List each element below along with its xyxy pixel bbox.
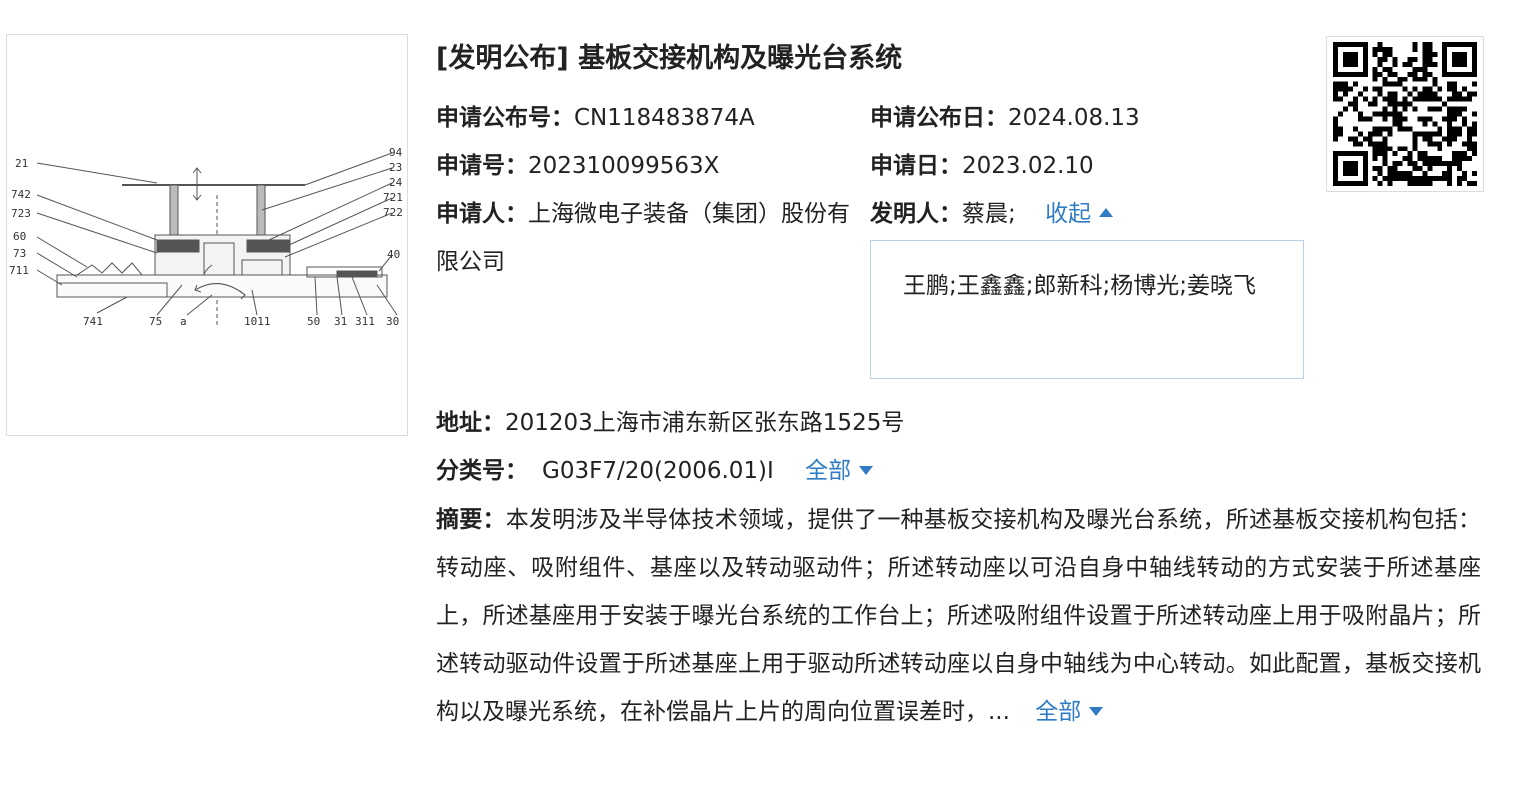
classification-label: 分类号： (436, 458, 528, 484)
pub-no-value: CN118483874A (574, 105, 755, 131)
inventor-others: 王鹏;王鑫鑫;郎新科;杨博光;姜晓飞 (903, 273, 1256, 299)
app-date-value: 2023.02.10 (962, 153, 1094, 179)
figure-label: 30 (386, 315, 399, 328)
figure-label: a (180, 315, 187, 328)
abstract-expand-link[interactable]: 全部 (1035, 699, 1104, 725)
figure-label: 21 (15, 157, 28, 170)
pub-date-row: 申请公布日：2024.08.13 (870, 94, 1140, 142)
figure-label: 742 (11, 188, 31, 201)
address-row: 地址：201203上海市浦东新区张东路1525号 (436, 399, 904, 447)
address-label: 地址： (436, 410, 505, 436)
pub-date-value: 2024.08.13 (1008, 105, 1140, 131)
figure-label: 31 (334, 315, 347, 328)
pub-no-label: 申请公布号： (436, 105, 574, 131)
pub-no-row: 申请公布号：CN118483874A (436, 94, 755, 142)
applicant-row: 申请人：上海微电子装备（集团）股份有限公司 (436, 190, 856, 286)
app-no-row: 申请号：202310099563X (436, 142, 719, 190)
inventor-row: 发明人：蔡晨; 收起 (870, 190, 1114, 238)
patent-drawing: 21 742 723 60 73 711 94 23 24 721 722 40… (9, 146, 403, 328)
address-value: 201203上海市浦东新区张东路1525号 (505, 410, 905, 436)
triangle-up-icon (1099, 208, 1114, 217)
app-no-label: 申请号： (436, 153, 528, 179)
applicant-label: 申请人： (436, 201, 528, 227)
classification-value: G03F7/20(2006.01)I (542, 458, 774, 484)
app-no-value: 202310099563X (528, 153, 720, 179)
app-date-row: 申请日：2023.02.10 (870, 142, 1094, 190)
pub-date-label: 申请公布日： (870, 105, 1008, 131)
figure-label: 741 (83, 315, 103, 328)
figure-label: 711 (9, 264, 29, 277)
collapse-inventors-link[interactable]: 收起 (1045, 201, 1114, 227)
figure-label: 73 (13, 247, 26, 260)
app-date-label: 申请日： (870, 153, 962, 179)
qr-code-icon (1333, 42, 1477, 186)
classification-row: 分类号： G03F7/20(2006.01)I 全部 (436, 447, 874, 495)
abstract-block: 摘要：本发明涉及半导体技术领域，提供了一种基板交接机构及曝光台系统，所述基板交接… (436, 496, 1481, 736)
patent-title: [发明公布] 基板交接机构及曝光台系统 (436, 43, 903, 74)
figure-label: 723 (11, 207, 31, 220)
figure-label: 23 (389, 161, 402, 174)
figure-label: 94 (389, 146, 403, 159)
abstract-text: 本发明涉及半导体技术领域，提供了一种基板交接机构及曝光台系统，所述基板交接机构包… (436, 507, 1482, 725)
figure-label: 50 (307, 315, 320, 328)
figure-label: 1011 (244, 315, 271, 328)
patent-figure[interactable]: 21 742 723 60 73 711 94 23 24 721 722 40… (6, 34, 408, 436)
figure-label: 60 (13, 230, 26, 243)
figure-label: 75 (149, 315, 162, 328)
triangle-down-icon (859, 466, 874, 475)
figure-label: 311 (355, 315, 375, 328)
inventor-label: 发明人： (870, 201, 962, 227)
triangle-down-icon (1089, 707, 1104, 716)
expand-link-label: 全部 (805, 458, 852, 484)
abstract-label: 摘要： (436, 507, 506, 533)
qr-code[interactable] (1326, 36, 1484, 192)
figure-label: 24 (389, 176, 403, 189)
classification-expand-link[interactable]: 全部 (805, 458, 874, 484)
figure-label: 40 (387, 248, 400, 261)
figure-label: 721 (383, 191, 403, 204)
inventor-popup: 王鹏;王鑫鑫;郎新科;杨博光;姜晓飞 (870, 240, 1304, 379)
abstract-expand-label: 全部 (1035, 699, 1082, 725)
inventor-first: 蔡晨; (962, 201, 1016, 227)
figure-label: 722 (383, 206, 403, 219)
collapse-link-label: 收起 (1045, 201, 1092, 227)
